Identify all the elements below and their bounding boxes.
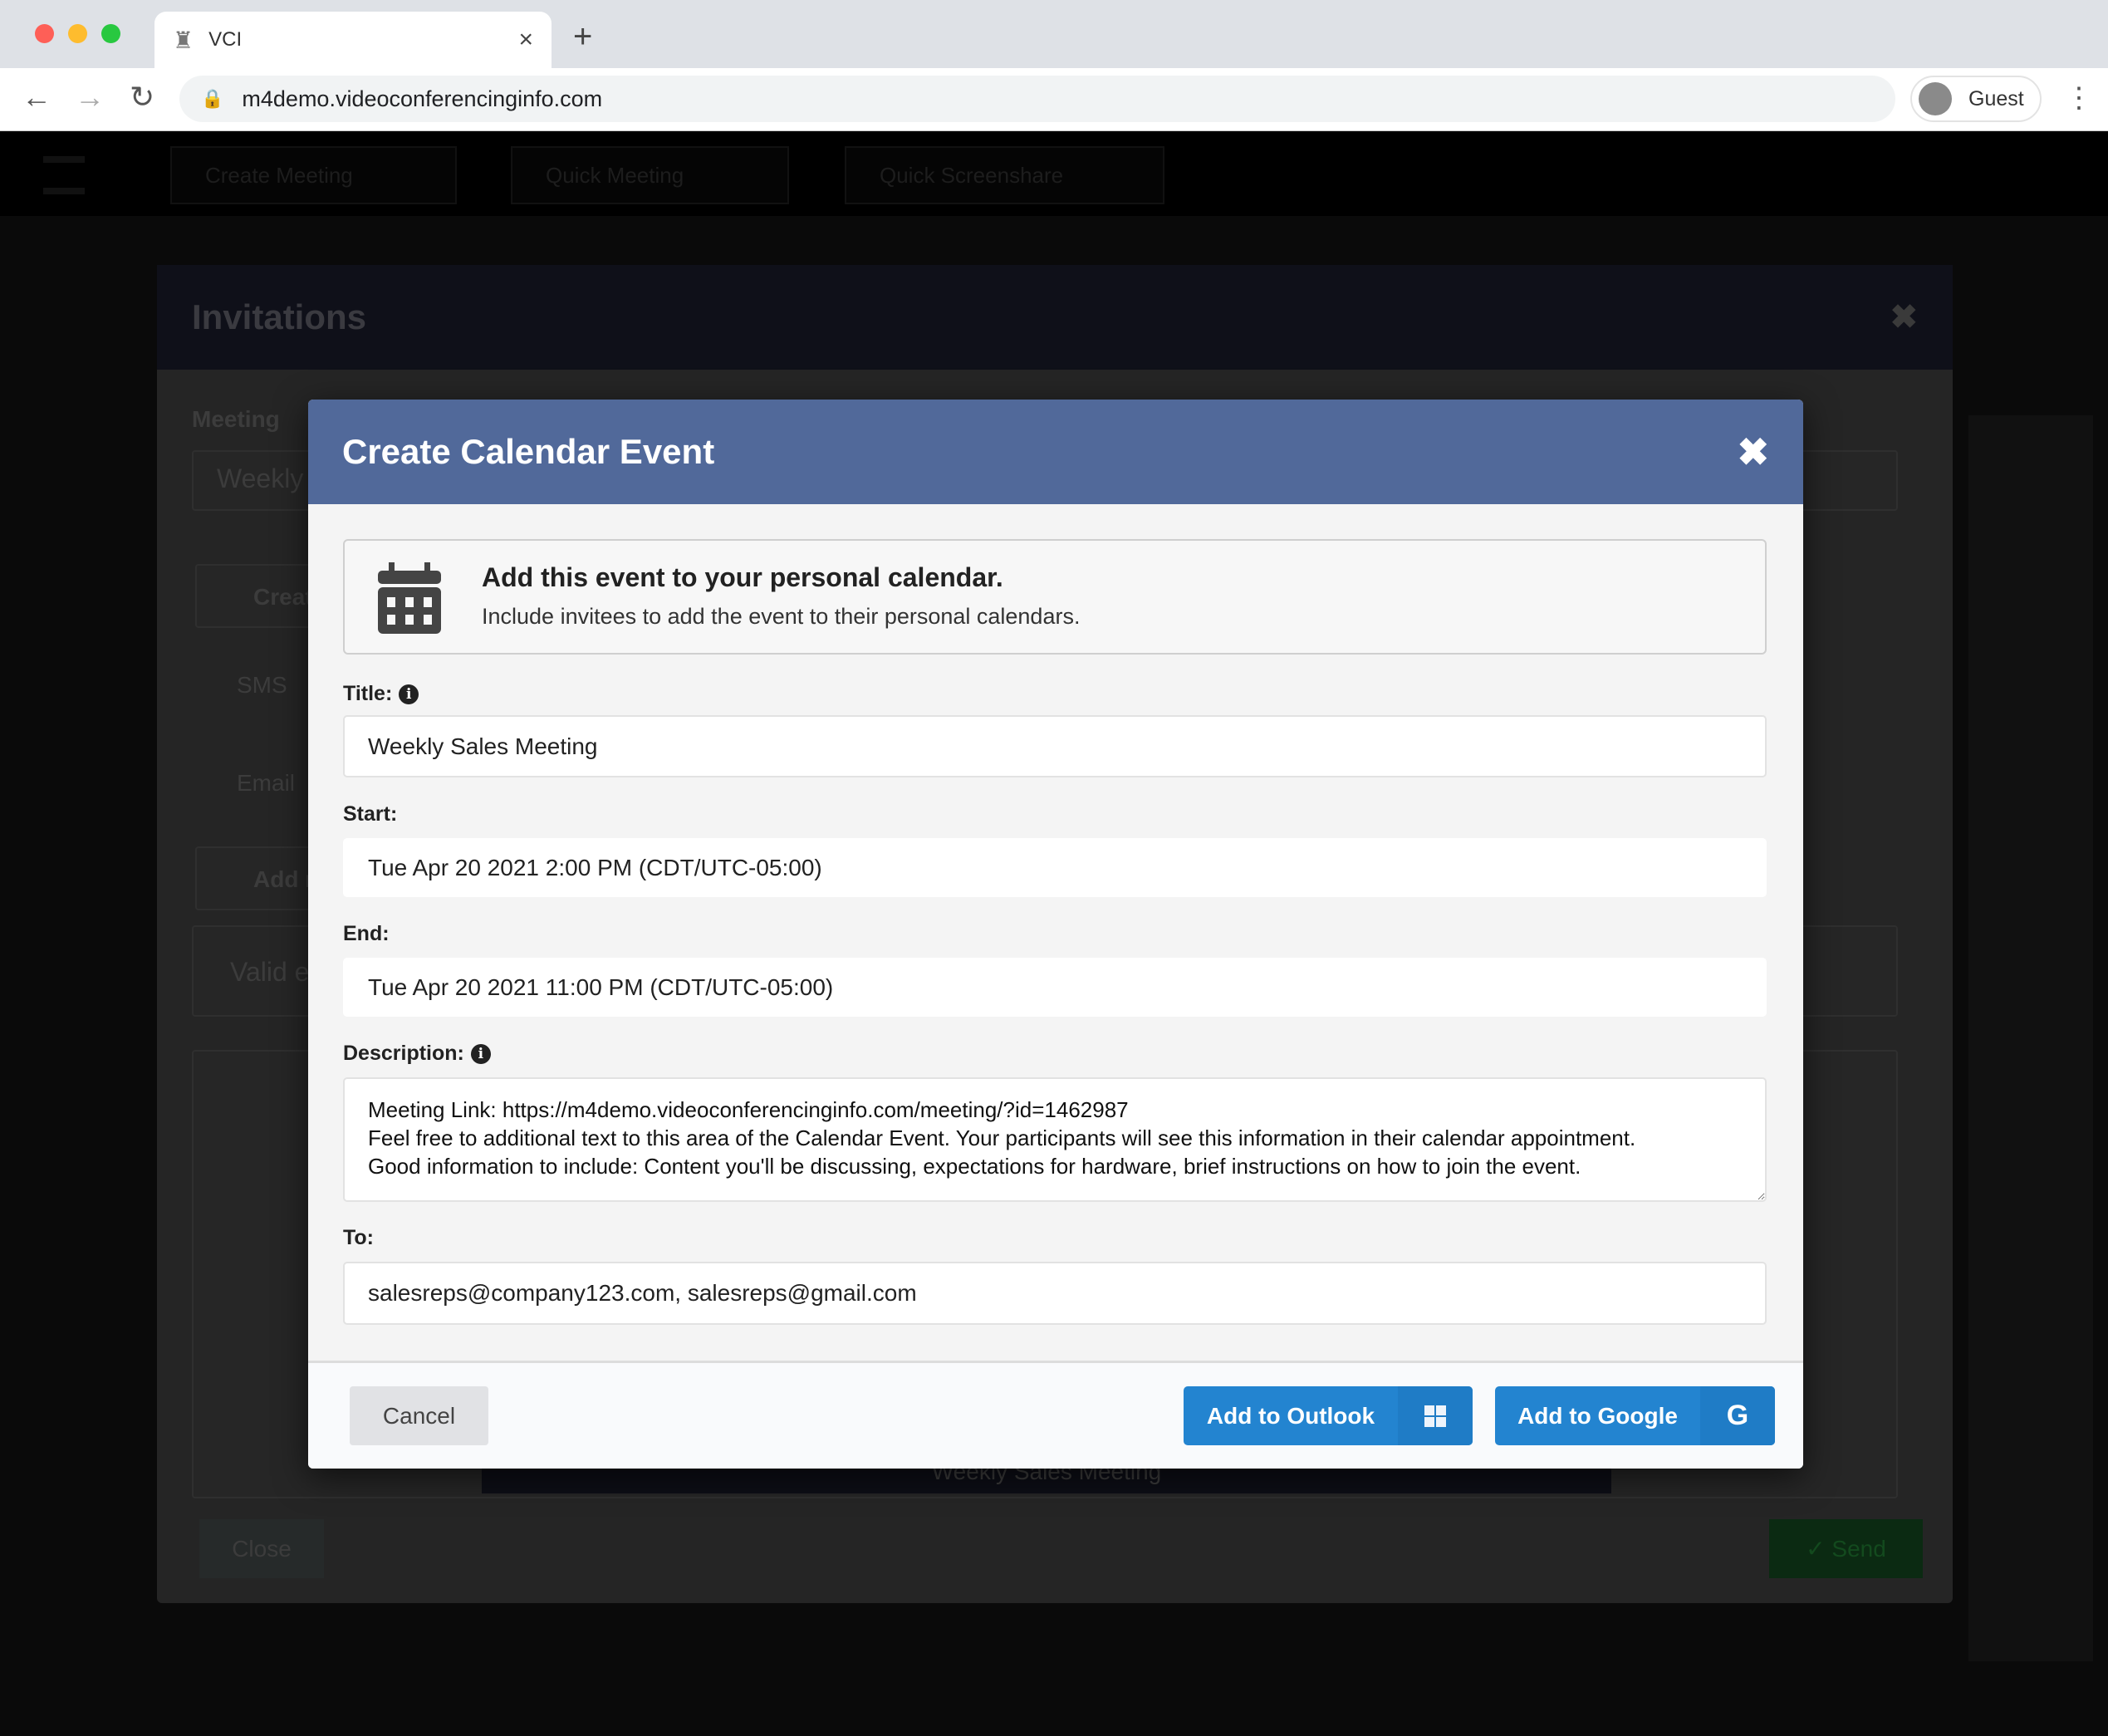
end-input[interactable]: Tue Apr 20 2021 11:00 PM (CDT/UTC-05:00) (343, 958, 1767, 1017)
close-icon[interactable]: ✖ (1890, 298, 1918, 336)
button-label: Create Meeting (205, 162, 353, 188)
input-value: Tue Apr 20 2021 2:00 PM (CDT/UTC-05:00) (368, 854, 822, 880)
create-meeting-button[interactable]: Create Meeting (170, 146, 457, 204)
forward-icon[interactable]: → (75, 80, 105, 115)
sms-label: SMS (237, 672, 287, 698)
app-toolbar: Create Meeting Quick Meeting Quick Scree… (0, 131, 2108, 216)
close-button[interactable]: Close (199, 1519, 324, 1578)
button-label: Add r (253, 866, 315, 892)
end-label: End: (343, 922, 390, 945)
back-icon[interactable]: ← (22, 80, 51, 115)
start-label: Start: (343, 802, 398, 826)
button-label: Send (1831, 1535, 1886, 1562)
info-box: Add this event to your personal calendar… (343, 539, 1767, 655)
add-to-outlook-button[interactable]: Add to Outlook (1184, 1386, 1473, 1445)
description-label: Description: i (343, 1042, 491, 1066)
button-label: Add to Outlook (1206, 1402, 1375, 1429)
meeting-value: Weekly (217, 463, 304, 493)
url-bar[interactable]: 🔒 m4demo.videoconferencinginfo.com (179, 76, 1895, 122)
label-text: Description: (343, 1042, 464, 1065)
add-to-google-button[interactable]: Add to Google G (1495, 1386, 1775, 1445)
minimize-window-button[interactable] (68, 24, 87, 43)
info-heading: Add this event to your personal calendar… (482, 562, 1003, 592)
description-textarea[interactable]: Meeting Link: https://m4demo.videoconfer… (343, 1077, 1767, 1202)
browser-menu-icon[interactable]: ⋮ (2065, 81, 2093, 115)
title-label: Title: i (343, 682, 419, 706)
button-label: Quick Screenshare (880, 162, 1064, 188)
description-line: Feel free to additional text to this are… (368, 1125, 1636, 1150)
input-value: salesreps@company123.com, salesreps@gmai… (368, 1280, 917, 1306)
description-line: Meeting Link: https://m4demo.videoconfer… (368, 1097, 1129, 1122)
placeholder: Valid e (230, 957, 310, 987)
dialog-footer: Cancel Add to Outlook Add to Google G (308, 1361, 1803, 1469)
close-icon[interactable]: ✖ (1737, 429, 1769, 474)
cancel-button[interactable]: Cancel (350, 1386, 488, 1445)
invitations-title: Invitations (192, 297, 367, 336)
profile-label: Guest (1968, 86, 2024, 110)
calendar-column (1968, 415, 2093, 1661)
favicon-icon: ♜ (173, 27, 194, 53)
reload-icon[interactable]: ↻ (130, 80, 154, 115)
lock-icon: 🔒 (201, 88, 224, 109)
url-text: m4demo.videoconferencinginfo.com (242, 86, 603, 111)
profile-button[interactable]: Guest (1910, 76, 2042, 122)
dialog-header: Create Calendar Event ✖ (308, 400, 1803, 504)
email-label: Email (237, 770, 296, 796)
button-label: Cancel (382, 1402, 456, 1429)
new-tab-button[interactable]: + (573, 18, 592, 56)
button-label: Creat (253, 584, 313, 610)
close-window-button[interactable] (35, 24, 54, 43)
google-icon: G (1700, 1386, 1775, 1445)
start-input[interactable]: Tue Apr 20 2021 2:00 PM (CDT/UTC-05:00) (343, 838, 1767, 897)
tab-title: VCI (208, 28, 243, 51)
meeting-label: Meeting (192, 406, 280, 432)
to-input[interactable]: salesreps@company123.com, salesreps@gmai… (343, 1262, 1767, 1325)
button-label: Close (232, 1535, 292, 1562)
title-input[interactable]: Weekly Sales Meeting (343, 715, 1767, 777)
hamburger-menu-icon[interactable] (43, 156, 85, 194)
button-label: Add to Google (1517, 1402, 1678, 1429)
info-icon[interactable]: i (399, 684, 419, 704)
create-calendar-event-dialog: Create Calendar Event ✖ Add this event t… (308, 400, 1803, 1469)
sms-checkbox[interactable]: SMS (237, 672, 287, 699)
label-text: Title: (343, 682, 393, 705)
browser-tab-bar: ♜ VCI × + (0, 0, 2108, 68)
email-checkbox[interactable]: Email (237, 770, 295, 797)
input-value: Weekly Sales Meeting (368, 733, 598, 759)
input-value: Tue Apr 20 2021 11:00 PM (CDT/UTC-05:00) (368, 973, 834, 1000)
info-text: Include invitees to add the event to the… (482, 604, 1081, 629)
browser-tab[interactable]: ♜ VCI × (154, 12, 552, 68)
quick-meeting-button[interactable]: Quick Meeting (511, 146, 789, 204)
check-icon: ✓ (1806, 1536, 1832, 1562)
maximize-window-button[interactable] (101, 24, 120, 43)
calendar-icon (378, 562, 441, 634)
close-tab-icon[interactable]: × (518, 26, 533, 54)
info-icon[interactable]: i (470, 1043, 491, 1064)
quick-screenshare-button[interactable]: Quick Screenshare (845, 146, 1164, 204)
description-line: Good information to include: Content you… (368, 1154, 1581, 1179)
send-button[interactable]: ✓ Send (1769, 1519, 1923, 1578)
invitations-header: Invitations ✖ (157, 265, 1953, 370)
dialog-title: Create Calendar Event (342, 432, 715, 471)
avatar-icon (1919, 82, 1952, 115)
to-label: To: (343, 1226, 375, 1249)
windows-icon (1398, 1386, 1473, 1445)
button-label: Quick Meeting (546, 162, 684, 188)
